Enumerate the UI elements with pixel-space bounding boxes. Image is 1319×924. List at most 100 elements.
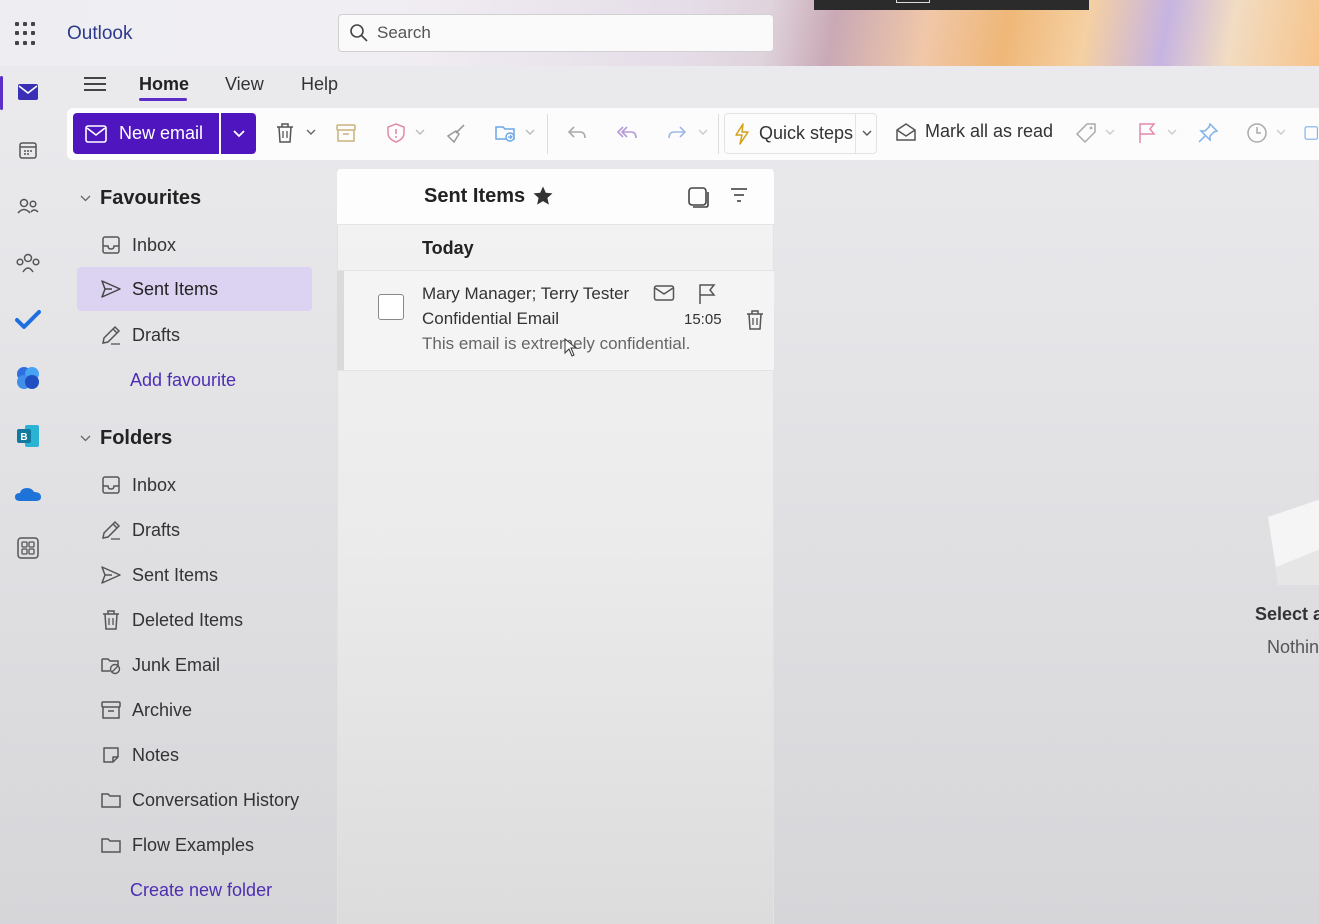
rail-active-indicator bbox=[0, 76, 3, 110]
archive-icon[interactable] bbox=[334, 121, 358, 145]
forward-icon[interactable] bbox=[665, 121, 689, 145]
favourites-heading: Favourites bbox=[100, 187, 202, 209]
folder-drafts[interactable]: Drafts bbox=[77, 508, 312, 552]
folder-label: Junk Email bbox=[132, 654, 221, 675]
folder-junk-email[interactable]: Junk Email bbox=[77, 643, 312, 687]
send-icon bbox=[99, 277, 123, 301]
tab-help[interactable]: Help bbox=[301, 74, 338, 95]
app-title[interactable]: Outlook bbox=[67, 23, 132, 45]
tag-icon[interactable] bbox=[1074, 121, 1098, 145]
chevron-down-icon bbox=[80, 435, 94, 442]
folder-label: Drafts bbox=[132, 324, 181, 345]
svg-text:B: B bbox=[20, 432, 27, 443]
mark-all-read-button[interactable]: Mark all as read bbox=[895, 121, 1053, 142]
chevron-down-icon[interactable] bbox=[1275, 126, 1287, 138]
rules-icon[interactable] bbox=[1302, 121, 1319, 145]
ribbon-separator bbox=[718, 114, 719, 154]
folder-notes[interactable]: Notes bbox=[77, 733, 312, 777]
filter-icon[interactable] bbox=[729, 186, 749, 209]
copilot-icon[interactable] bbox=[14, 364, 42, 392]
app-launcher-icon[interactable] bbox=[15, 22, 39, 46]
folder-flow-examples[interactable]: Flow Examples bbox=[77, 823, 312, 867]
add-favourite-link[interactable]: Add favourite bbox=[130, 370, 236, 391]
folder-deleted-items[interactable]: Deleted Items bbox=[77, 598, 312, 642]
chevron-down-icon[interactable] bbox=[524, 126, 536, 138]
move-to-icon[interactable] bbox=[494, 121, 518, 145]
groups-icon[interactable] bbox=[14, 250, 42, 278]
folder-sent-items[interactable]: Sent Items bbox=[77, 553, 312, 597]
delete-message-icon[interactable] bbox=[745, 309, 765, 336]
favourites-header[interactable]: Favourites bbox=[80, 187, 201, 210]
tab-home[interactable]: Home bbox=[139, 74, 189, 95]
reading-pane-subtitle: Nothin bbox=[1267, 637, 1319, 657]
empty-state-illustration bbox=[1266, 497, 1319, 587]
favourite-inbox[interactable]: Inbox bbox=[77, 223, 312, 267]
message-sender: Mary Manager; Terry Tester bbox=[422, 284, 630, 303]
mail-icon[interactable] bbox=[14, 78, 42, 106]
mark-unread-icon[interactable] bbox=[653, 284, 675, 307]
flag-icon[interactable] bbox=[1135, 121, 1159, 145]
new-email-button[interactable]: New email bbox=[73, 113, 219, 154]
pin-icon[interactable] bbox=[1196, 121, 1220, 145]
onedrive-icon[interactable] bbox=[14, 480, 42, 508]
chevron-down-icon[interactable] bbox=[1166, 126, 1178, 138]
folder-label: Flow Examples bbox=[132, 834, 255, 855]
tab-active-indicator bbox=[139, 98, 187, 101]
reply-icon[interactable] bbox=[565, 121, 589, 145]
message-subject: Confidential Email bbox=[422, 309, 560, 328]
people-icon[interactable] bbox=[14, 192, 42, 220]
chevron-down-icon[interactable] bbox=[305, 126, 317, 138]
quick-steps-button[interactable]: Quick steps bbox=[724, 113, 877, 154]
star-icon[interactable] bbox=[532, 185, 554, 212]
reading-pane-empty: Select ar Nothin bbox=[1240, 590, 1319, 670]
folder-label: Archive bbox=[132, 699, 193, 720]
folder-icon bbox=[99, 788, 123, 812]
folder-label: Sent Items bbox=[132, 564, 219, 585]
folders-heading: Folders bbox=[100, 427, 173, 449]
sweep-icon[interactable] bbox=[444, 121, 468, 145]
trash-icon bbox=[99, 608, 123, 632]
reading-pane-title: Select ar bbox=[1255, 604, 1319, 624]
folder-archive[interactable]: Archive bbox=[77, 688, 312, 732]
chevron-down-icon[interactable] bbox=[697, 126, 709, 138]
message-checkbox[interactable] bbox=[378, 294, 404, 320]
new-email-dropdown[interactable] bbox=[221, 113, 256, 154]
folder-label: Inbox bbox=[132, 234, 177, 255]
search-box[interactable] bbox=[338, 14, 774, 52]
chevron-down-icon bbox=[80, 195, 94, 202]
inbox-icon bbox=[99, 233, 123, 257]
search-icon bbox=[350, 24, 368, 42]
flag-icon[interactable] bbox=[697, 283, 717, 310]
send-icon bbox=[99, 563, 123, 587]
favourite-sent-items[interactable]: Sent Items bbox=[77, 267, 312, 311]
report-icon[interactable] bbox=[384, 121, 408, 145]
delete-icon[interactable] bbox=[273, 121, 297, 145]
search-input[interactable] bbox=[377, 23, 757, 43]
select-mode-icon[interactable] bbox=[687, 186, 711, 213]
folder-inbox[interactable]: Inbox bbox=[77, 463, 312, 507]
mail-icon bbox=[85, 124, 107, 143]
tab-view[interactable]: View bbox=[225, 74, 264, 95]
snooze-clock-icon[interactable] bbox=[1245, 121, 1269, 145]
message-list-title: Sent Items bbox=[424, 185, 526, 207]
create-new-folder-link[interactable]: Create new folder bbox=[130, 880, 272, 901]
date-group-label: Today bbox=[422, 238, 474, 258]
quick-steps-label: Quick steps bbox=[759, 123, 854, 143]
chevron-down-icon[interactable] bbox=[862, 130, 872, 137]
hamburger-menu-icon[interactable] bbox=[84, 73, 106, 95]
message-preview: This email is extremely confidential. bbox=[422, 334, 691, 353]
reply-all-icon[interactable] bbox=[615, 121, 639, 145]
more-apps-icon[interactable] bbox=[14, 534, 42, 562]
ribbon-separator bbox=[547, 114, 548, 154]
calendar-icon[interactable] bbox=[14, 136, 42, 164]
todo-icon[interactable] bbox=[14, 306, 42, 334]
favourite-drafts[interactable]: Drafts bbox=[77, 313, 312, 357]
note-icon bbox=[99, 743, 123, 767]
chevron-down-icon[interactable] bbox=[414, 126, 426, 138]
chevron-down-icon[interactable] bbox=[1104, 126, 1116, 138]
bookings-icon[interactable]: B bbox=[14, 422, 42, 450]
folders-header[interactable]: Folders bbox=[80, 427, 172, 450]
message-time: 15:05 bbox=[684, 311, 722, 328]
folder-label: Sent Items bbox=[132, 278, 219, 299]
folder-conversation-history[interactable]: Conversation History bbox=[77, 778, 312, 822]
